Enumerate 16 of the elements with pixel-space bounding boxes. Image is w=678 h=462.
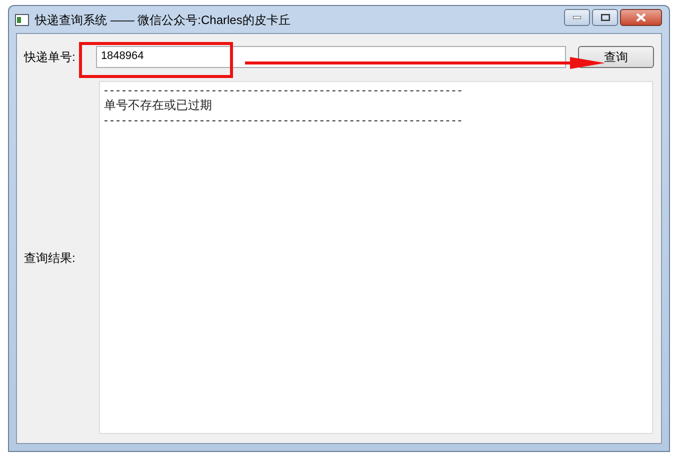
window-title: 快递查询系统 —— 微信公众号:Charles的皮卡丘: [35, 12, 290, 28]
result-line: ------------------------------------------------------------: [104, 83, 464, 98]
tracking-label: 快递单号:: [24, 48, 76, 66]
result-line: ------------------------------------------------------------: [104, 113, 464, 128]
maximize-icon: [600, 14, 610, 21]
minimize-button[interactable]: [564, 9, 590, 26]
close-icon: [636, 13, 646, 22]
tracking-input[interactable]: 1848964: [96, 46, 566, 68]
result-label: 查询结果:: [24, 250, 76, 266]
maximize-button[interactable]: [592, 9, 618, 26]
result-line: 单号不存在或已过期: [104, 98, 212, 113]
close-button[interactable]: [620, 9, 662, 26]
result-text-area[interactable]: ------------------------------------------------------------ 单号不存在或已过期 ------------------------------------------------------------: [99, 81, 653, 434]
minimize-icon: [573, 16, 581, 19]
app-icon: [15, 14, 29, 26]
query-button[interactable]: 查询: [578, 46, 654, 68]
